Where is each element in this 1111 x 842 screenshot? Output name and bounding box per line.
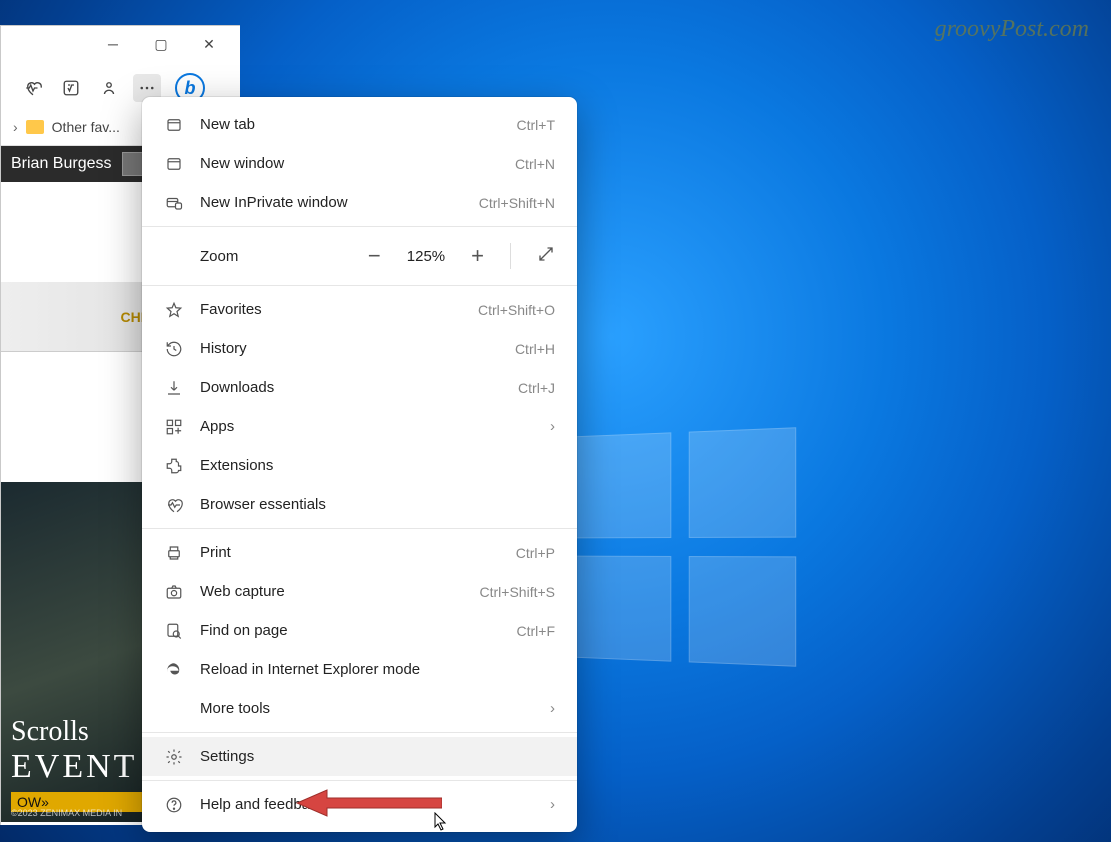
menu-label: Extensions (200, 457, 555, 474)
menu-separator (142, 226, 577, 227)
menu-label: Reload in Internet Explorer mode (200, 661, 555, 678)
extensions-icon (164, 456, 184, 476)
menu-shortcut: Ctrl+N (515, 156, 555, 172)
zoom-value: 125% (407, 248, 445, 265)
menu-label: Find on page (200, 622, 501, 639)
menu-label: Settings (200, 748, 555, 765)
ie-icon (164, 660, 184, 680)
menu-label: Browser essentials (200, 496, 555, 513)
menu-help-feedback[interactable]: Help and feedback › (142, 785, 577, 824)
menu-label: Apps (200, 418, 534, 435)
menu-label: New InPrivate window (200, 194, 463, 211)
favorites-folder-label[interactable]: Other fav... (52, 119, 120, 135)
menu-find-on-page[interactable]: Find on page Ctrl+F (142, 611, 577, 650)
person-icon[interactable] (95, 74, 123, 102)
watermark-text: groovyPost.com (935, 16, 1089, 43)
camera-icon (164, 582, 184, 602)
menu-zoom: Zoom − 125% + (142, 231, 577, 281)
inprivate-icon (164, 193, 184, 213)
menu-shortcut: Ctrl+Shift+S (480, 584, 555, 600)
zoom-out-button[interactable]: − (368, 243, 381, 269)
essentials-toolbar-icon[interactable] (19, 74, 47, 102)
chevron-right-icon[interactable]: › (13, 119, 18, 135)
windows-logo (573, 427, 797, 667)
menu-shortcut: Ctrl+F (517, 623, 556, 639)
menu-shortcut: Ctrl+Shift+O (478, 302, 555, 318)
zoom-in-button[interactable]: + (471, 243, 484, 269)
chevron-right-icon: › (550, 418, 555, 435)
menu-shortcut: Ctrl+J (518, 380, 555, 396)
window-controls: ─ ▢ ✕ (1, 26, 240, 63)
download-icon (164, 378, 184, 398)
menu-label: History (200, 340, 499, 357)
fullscreen-button[interactable] (537, 243, 555, 269)
star-icon (164, 300, 184, 320)
menu-separator (142, 528, 577, 529)
zoom-label: Zoom (200, 248, 352, 265)
heart-pulse-icon (164, 495, 184, 515)
new-window-icon (164, 154, 184, 174)
chevron-right-icon: › (550, 796, 555, 813)
menu-label: Web capture (200, 583, 464, 600)
menu-extensions[interactable]: Extensions (142, 446, 577, 485)
menu-label: Favorites (200, 301, 462, 318)
menu-new-tab[interactable]: New tab Ctrl+T (142, 105, 577, 144)
menu-label: New tab (200, 116, 501, 133)
author-name: Brian Burgess (11, 155, 112, 173)
divider (510, 243, 511, 269)
menu-new-window[interactable]: New window Ctrl+N (142, 144, 577, 183)
menu-history[interactable]: History Ctrl+H (142, 329, 577, 368)
spacer (164, 246, 184, 266)
menu-settings[interactable]: Settings (142, 737, 577, 776)
menu-ie-mode[interactable]: Reload in Internet Explorer mode (142, 650, 577, 689)
close-button[interactable]: ✕ (196, 36, 222, 53)
menu-shortcut: Ctrl+T (517, 117, 556, 133)
chevron-right-icon: › (550, 700, 555, 717)
spacer (164, 699, 184, 719)
menu-apps[interactable]: Apps › (142, 407, 577, 446)
menu-label: Print (200, 544, 500, 561)
search-page-icon (164, 621, 184, 641)
menu-browser-essentials[interactable]: Browser essentials (142, 485, 577, 524)
menu-print[interactable]: Print Ctrl+P (142, 533, 577, 572)
menu-label: Downloads (200, 379, 502, 396)
print-icon (164, 543, 184, 563)
menu-label: New window (200, 155, 499, 172)
apps-icon (164, 417, 184, 437)
menu-shortcut: Ctrl+Shift+N (479, 195, 555, 211)
ad-copyright: ©2023 ZENIMAX MEDIA IN (11, 808, 122, 818)
menu-downloads[interactable]: Downloads Ctrl+J (142, 368, 577, 407)
menu-favorites[interactable]: Favorites Ctrl+Shift+O (142, 290, 577, 329)
help-icon (164, 795, 184, 815)
menu-label: Help and feedback (200, 796, 534, 813)
math-solver-icon[interactable] (57, 74, 85, 102)
menu-shortcut: Ctrl+H (515, 341, 555, 357)
menu-separator (142, 285, 577, 286)
maximize-button[interactable]: ▢ (148, 36, 174, 53)
history-icon (164, 339, 184, 359)
menu-label: More tools (200, 700, 534, 717)
menu-more-tools[interactable]: More tools › (142, 689, 577, 728)
menu-new-inprivate[interactable]: New InPrivate window Ctrl+Shift+N (142, 183, 577, 222)
menu-shortcut: Ctrl+P (516, 545, 555, 561)
menu-separator (142, 732, 577, 733)
new-tab-icon (164, 115, 184, 135)
menu-web-capture[interactable]: Web capture Ctrl+Shift+S (142, 572, 577, 611)
edge-settings-menu: New tab Ctrl+T New window Ctrl+N New InP… (142, 97, 577, 832)
gear-icon (164, 747, 184, 767)
menu-separator (142, 780, 577, 781)
folder-icon (26, 120, 44, 134)
minimize-button[interactable]: ─ (100, 36, 126, 53)
